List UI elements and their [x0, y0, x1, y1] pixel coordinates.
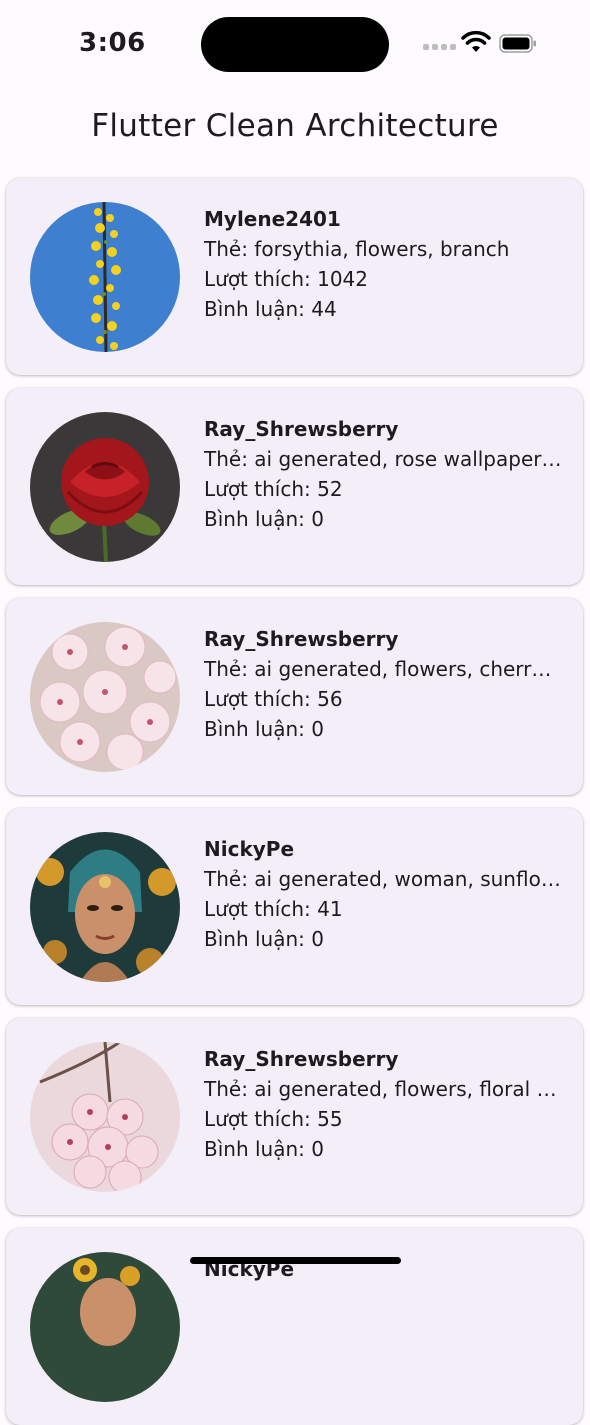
post-likes: Lượt thích: 1042: [204, 267, 368, 291]
page-title: Flutter Clean Architecture: [91, 108, 499, 144]
post-thumbnail[interactable]: [30, 622, 180, 772]
post-thumbnail[interactable]: [30, 202, 180, 352]
post-likes: Lượt thích: 52: [204, 477, 343, 501]
post-tags: Thẻ: ai generated, woman, sunflowers: [204, 867, 562, 891]
post-likes: Lượt thích: 56: [204, 687, 343, 711]
post-comments: Bình luận: 44: [204, 297, 337, 321]
post-tags: Thẻ: ai generated, rose wallpaper, rose: [204, 447, 562, 471]
post-card[interactable]: NickyPe Thẻ: ai generated, woman, sunflo…: [6, 808, 583, 1005]
post-tags: Thẻ: ai generated, flowers, floral backg…: [204, 1077, 562, 1101]
post-card[interactable]: Mylene2401 Thẻ: forsythia, flowers, bran…: [6, 178, 583, 375]
post-card[interactable]: Ray_Shrewsberry Thẻ: ai generated, rose …: [6, 388, 583, 585]
post-username: Ray_Shrewsberry: [204, 417, 399, 441]
post-username: Ray_Shrewsberry: [204, 627, 399, 651]
post-likes: Lượt thích: 55: [204, 1107, 343, 1131]
status-bar: 3:06: [0, 0, 590, 90]
post-likes: Lượt thích: 41: [204, 897, 343, 921]
post-tags: Thẻ: ai generated, flowers, cherry bloss…: [204, 657, 562, 681]
post-card[interactable]: Ray_Shrewsberry Thẻ: ai generated, flowe…: [6, 598, 583, 795]
post-thumbnail[interactable]: [30, 412, 180, 562]
dynamic-island: [201, 17, 389, 72]
post-username: NickyPe: [204, 837, 295, 861]
post-comments: Bình luận: 0: [204, 717, 324, 741]
post-thumbnail[interactable]: [30, 1252, 180, 1402]
post-thumbnail[interactable]: [30, 832, 180, 982]
cellular-signal-icon: [423, 44, 456, 50]
post-username: Mylene2401: [204, 207, 341, 231]
home-indicator[interactable]: [190, 1257, 401, 1264]
post-comments: Bình luận: 0: [204, 927, 324, 951]
battery-icon: [499, 34, 536, 53]
post-card[interactable]: Ray_Shrewsberry Thẻ: ai generated, flowe…: [6, 1018, 583, 1215]
post-tags: Thẻ: forsythia, flowers, branch: [204, 237, 510, 261]
post-username: Ray_Shrewsberry: [204, 1047, 399, 1071]
status-time: 3:06: [79, 28, 146, 58]
post-comments: Bình luận: 0: [204, 1137, 324, 1161]
post-comments: Bình luận: 0: [204, 507, 324, 531]
wifi-icon: [461, 30, 491, 52]
post-thumbnail[interactable]: [30, 1042, 180, 1192]
